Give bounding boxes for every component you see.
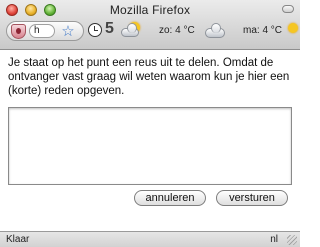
clock-icon xyxy=(88,23,102,37)
toolbar-group: h ☆ xyxy=(6,21,84,41)
cloud-icon xyxy=(205,23,227,39)
forecast-day-2: ma: 4 °C xyxy=(243,25,283,36)
title-toolbar-area: Mozilla Firefox h ☆ 5 zo: 4 °C ma: 4 °C xyxy=(0,0,300,50)
language-indicator[interactable]: nl xyxy=(270,234,278,245)
sun-icon xyxy=(286,22,300,38)
resize-grip[interactable] xyxy=(287,235,297,245)
dialog-prompt: Je staat op het punt een reus uit te del… xyxy=(8,57,290,97)
forecast-day-1: zo: 4 °C xyxy=(159,25,195,36)
toolbar-search-field[interactable]: h xyxy=(29,24,55,38)
window-title: Mozilla Firefox xyxy=(109,3,191,17)
status-text: Klaar xyxy=(6,234,30,245)
status-bar: Klaar nl xyxy=(0,231,300,247)
cancel-button[interactable]: annuleren xyxy=(134,190,206,206)
shield-icon[interactable] xyxy=(11,24,26,39)
reason-textarea[interactable] xyxy=(8,107,292,185)
toolbar-toggle-button[interactable] xyxy=(282,5,294,13)
star-icon[interactable]: ☆ xyxy=(59,24,77,39)
current-temperature: 5 xyxy=(105,20,114,37)
send-button[interactable]: versturen xyxy=(216,190,288,206)
sun-cloud-icon xyxy=(121,22,143,38)
browser-window: Mozilla Firefox h ☆ 5 zo: 4 °C ma: 4 °C … xyxy=(0,0,300,247)
